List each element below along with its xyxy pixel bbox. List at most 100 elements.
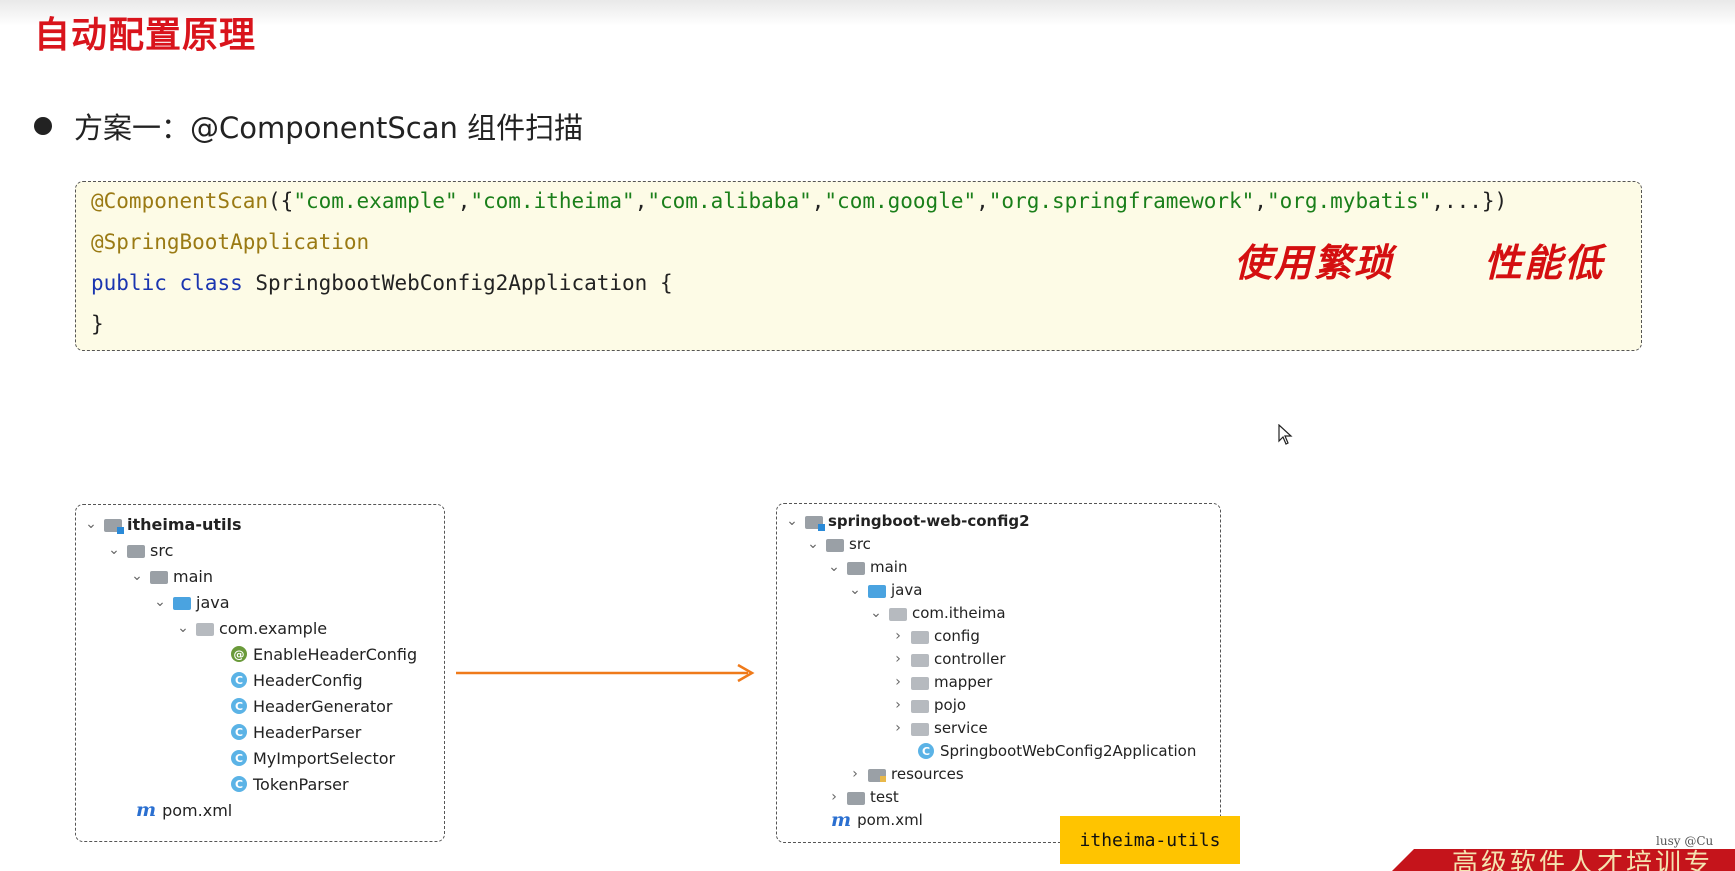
source-folder-icon <box>868 584 886 598</box>
tree-label: src <box>849 535 871 553</box>
tree-label: TokenParser <box>253 774 349 794</box>
tree-label: controller <box>934 650 1006 668</box>
code-keyword: class <box>179 271 243 295</box>
bullet-text: 方案一：@ComponentScan 组件扫描 <box>74 111 584 145</box>
tree-node-pom[interactable]: m pom.xml <box>831 809 923 831</box>
banner-text: 高级软件人才培训专 <box>1452 849 1714 871</box>
tree-node-java[interactable]: ⌄ java <box>153 590 230 614</box>
folder-icon <box>826 538 844 552</box>
handwritten-note: 使用繁琐 <box>1234 240 1395 285</box>
chevron-down-icon[interactable]: ⌄ <box>806 536 820 552</box>
tree-label: EnableHeaderConfig <box>253 644 418 664</box>
chevron-down-icon[interactable]: ⌄ <box>848 582 862 598</box>
annotation-icon: @ <box>231 646 247 662</box>
tree-label: config <box>934 627 980 645</box>
tree-node-subpackage[interactable]: › pojo <box>891 694 966 716</box>
tree-node-main[interactable]: ⌄ main <box>827 556 907 578</box>
code-annotation: @ComponentScan <box>91 189 269 213</box>
top-shade <box>0 0 1735 26</box>
package-icon <box>911 722 929 736</box>
code-string: "com.google" <box>824 189 977 213</box>
class-icon: C <box>231 750 247 766</box>
tree-node-resources[interactable]: › resources <box>848 763 964 785</box>
tree-node-src[interactable]: ⌄ src <box>806 533 871 555</box>
tree-label: java <box>196 592 230 612</box>
package-icon <box>911 630 929 644</box>
tree-node-subpackage[interactable]: › controller <box>891 648 1006 670</box>
tree-node-java[interactable]: ⌄ java <box>848 579 922 601</box>
chevron-down-icon[interactable]: ⌄ <box>84 516 98 532</box>
package-icon <box>911 676 929 690</box>
tree-node-subpackage[interactable]: › config <box>891 625 980 647</box>
folder-icon <box>150 570 168 584</box>
chevron-right-icon[interactable]: › <box>827 789 841 805</box>
chevron-down-icon[interactable]: ⌄ <box>130 568 144 584</box>
mouse-cursor-icon <box>1278 424 1293 445</box>
package-icon <box>911 653 929 667</box>
tree-node-root[interactable]: ⌄ springboot-web-config2 <box>785 510 1030 532</box>
code-class-decl: SpringbootWebConfig2Application { <box>242 271 673 295</box>
tree-node-root[interactable]: ⌄ itheima-utils <box>84 512 242 536</box>
chevron-down-icon[interactable]: ⌄ <box>153 594 167 610</box>
code-line-1: @ComponentScan({"com.example","com.ithei… <box>91 189 1508 213</box>
tree-node-class[interactable]: C HeaderParser <box>231 720 361 744</box>
tree-node-package[interactable]: ⌄ com.itheima <box>869 602 1005 624</box>
tree-node-test[interactable]: › test <box>827 786 899 808</box>
tree-node-package[interactable]: ⌄ com.example <box>176 616 327 640</box>
chevron-down-icon[interactable]: ⌄ <box>869 605 883 621</box>
tree-label: itheima-utils <box>127 514 242 534</box>
tree-label: pom.xml <box>857 811 923 829</box>
tree-label: main <box>870 558 908 576</box>
maven-icon: m <box>136 799 157 821</box>
tree-node-class[interactable]: C HeaderGenerator <box>231 694 393 718</box>
dependency-tag: itheima-utils <box>1060 816 1240 864</box>
slide-title: 自动配置原理 <box>34 15 257 56</box>
chevron-right-icon[interactable]: › <box>891 674 905 690</box>
tree-label: java <box>891 581 923 599</box>
tree-label: pojo <box>934 696 967 714</box>
code-string: "org.springframework" <box>988 189 1255 213</box>
tree-label: com.example <box>219 618 328 638</box>
chevron-right-icon[interactable]: › <box>848 766 862 782</box>
tree-label: service <box>934 719 988 737</box>
tree-label: resources <box>891 765 964 783</box>
bullet-row: 方案一：@ComponentScan 组件扫描 <box>34 106 583 146</box>
tree-node-class[interactable]: C TokenParser <box>231 772 349 796</box>
module-folder-icon <box>104 518 124 534</box>
tree-label: HeaderConfig <box>253 670 363 690</box>
code-line-4: } <box>91 312 104 336</box>
tree-node-main[interactable]: ⌄ main <box>130 564 213 588</box>
bullet-dot <box>34 117 52 135</box>
code-line-2: @SpringBootApplication <box>91 230 370 254</box>
tree-label: mapper <box>934 673 993 691</box>
chevron-right-icon[interactable]: › <box>891 651 905 667</box>
tree-itheima-utils: ⌄ itheima-utils ⌄ src ⌄ main ⌄ java ⌄ co… <box>75 504 445 842</box>
chevron-right-icon[interactable]: › <box>891 697 905 713</box>
tree-label: HeaderGenerator <box>253 696 393 716</box>
module-folder-icon <box>805 515 825 531</box>
folder-icon <box>847 791 865 805</box>
class-icon: C <box>231 724 247 740</box>
code-box: @ComponentScan({"com.example","com.ithei… <box>75 181 1642 351</box>
chevron-down-icon[interactable]: ⌄ <box>107 542 121 558</box>
tree-node-class[interactable]: @ EnableHeaderConfig <box>231 642 417 666</box>
tree-label: main <box>173 566 213 586</box>
package-icon <box>196 622 214 636</box>
chevron-down-icon[interactable]: ⌄ <box>827 559 841 575</box>
tree-node-class[interactable]: C HeaderConfig <box>231 668 363 692</box>
tree-node-src[interactable]: ⌄ src <box>107 538 173 562</box>
maven-icon: m <box>831 809 852 831</box>
chevron-down-icon[interactable]: ⌄ <box>785 513 799 529</box>
tree-node-app-class[interactable]: C SpringbootWebConfig2Application <box>918 740 1196 762</box>
tree-node-class[interactable]: C MyImportSelector <box>231 746 395 770</box>
chevron-right-icon[interactable]: › <box>891 628 905 644</box>
chevron-right-icon[interactable]: › <box>891 720 905 736</box>
spring-class-icon: C <box>918 743 934 759</box>
tree-node-pom[interactable]: m pom.xml <box>136 798 232 822</box>
tree-label: test <box>870 788 899 806</box>
tree-node-subpackage[interactable]: › mapper <box>891 671 992 693</box>
tree-springboot-web-config2: ⌄ springboot-web-config2 ⌄ src ⌄ main ⌄ … <box>776 503 1221 843</box>
tree-node-subpackage[interactable]: › service <box>891 717 988 739</box>
chevron-down-icon[interactable]: ⌄ <box>176 620 190 636</box>
package-icon <box>889 607 907 621</box>
